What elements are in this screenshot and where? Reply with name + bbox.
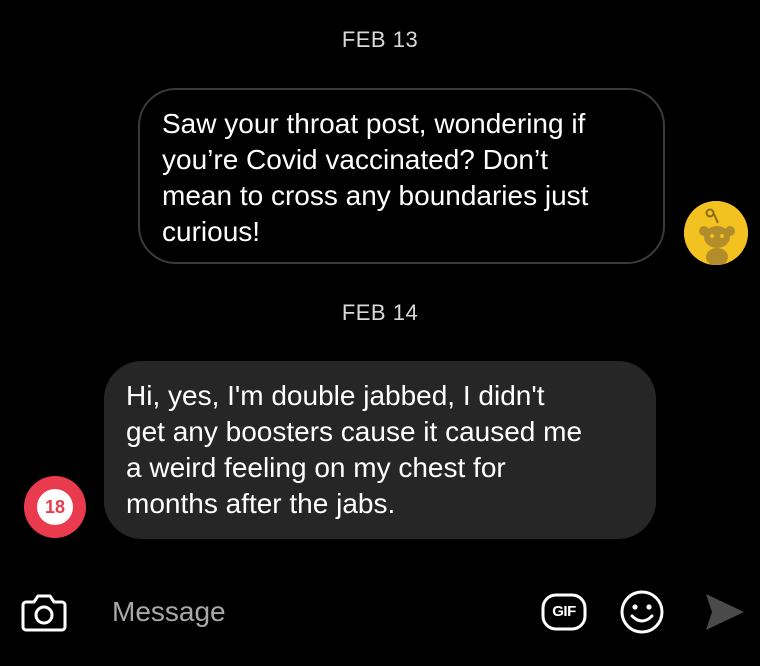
age-18-badge-avatar[interactable]: 18 (24, 476, 86, 538)
smiley-icon (620, 590, 664, 634)
outgoing-message-bubble[interactable]: Saw your throat post, wondering if you’r… (138, 88, 665, 264)
message-line: you’re Covid vaccinated? Don’t (162, 144, 548, 175)
gif-label: GIF (552, 603, 576, 620)
message-line: months after the jabs. (126, 488, 396, 519)
gif-button[interactable]: GIF (538, 590, 590, 634)
avatar-badge-label: 18 (37, 489, 73, 525)
emoji-button[interactable] (616, 586, 668, 638)
message-line: curious! (162, 216, 261, 247)
message-composer: GIF (0, 570, 760, 654)
date-separator-feb-13: FEB 13 (341, 27, 419, 52)
message-line: a weird feeling on my chest for (126, 452, 506, 483)
message-input[interactable] (112, 590, 512, 634)
message-line: Saw your throat post, wondering if (162, 108, 586, 139)
camera-button[interactable] (18, 586, 70, 638)
camera-icon (21, 594, 67, 632)
send-arrow-icon (706, 594, 744, 630)
message-line: Hi, yes, I'm double jabbed, I didn't (126, 380, 545, 411)
message-line: get any boosters cause it caused me (126, 416, 583, 447)
send-button[interactable] (700, 590, 748, 634)
date-separator-feb-14: FEB 14 (341, 300, 419, 325)
incoming-message-bubble[interactable]: Hi, yes, I'm double jabbed, I didn't get… (104, 361, 656, 539)
snoo-icon (684, 201, 748, 265)
reddit-snoo-avatar[interactable] (684, 201, 748, 265)
message-line: mean to cross any boundaries just (162, 180, 589, 211)
